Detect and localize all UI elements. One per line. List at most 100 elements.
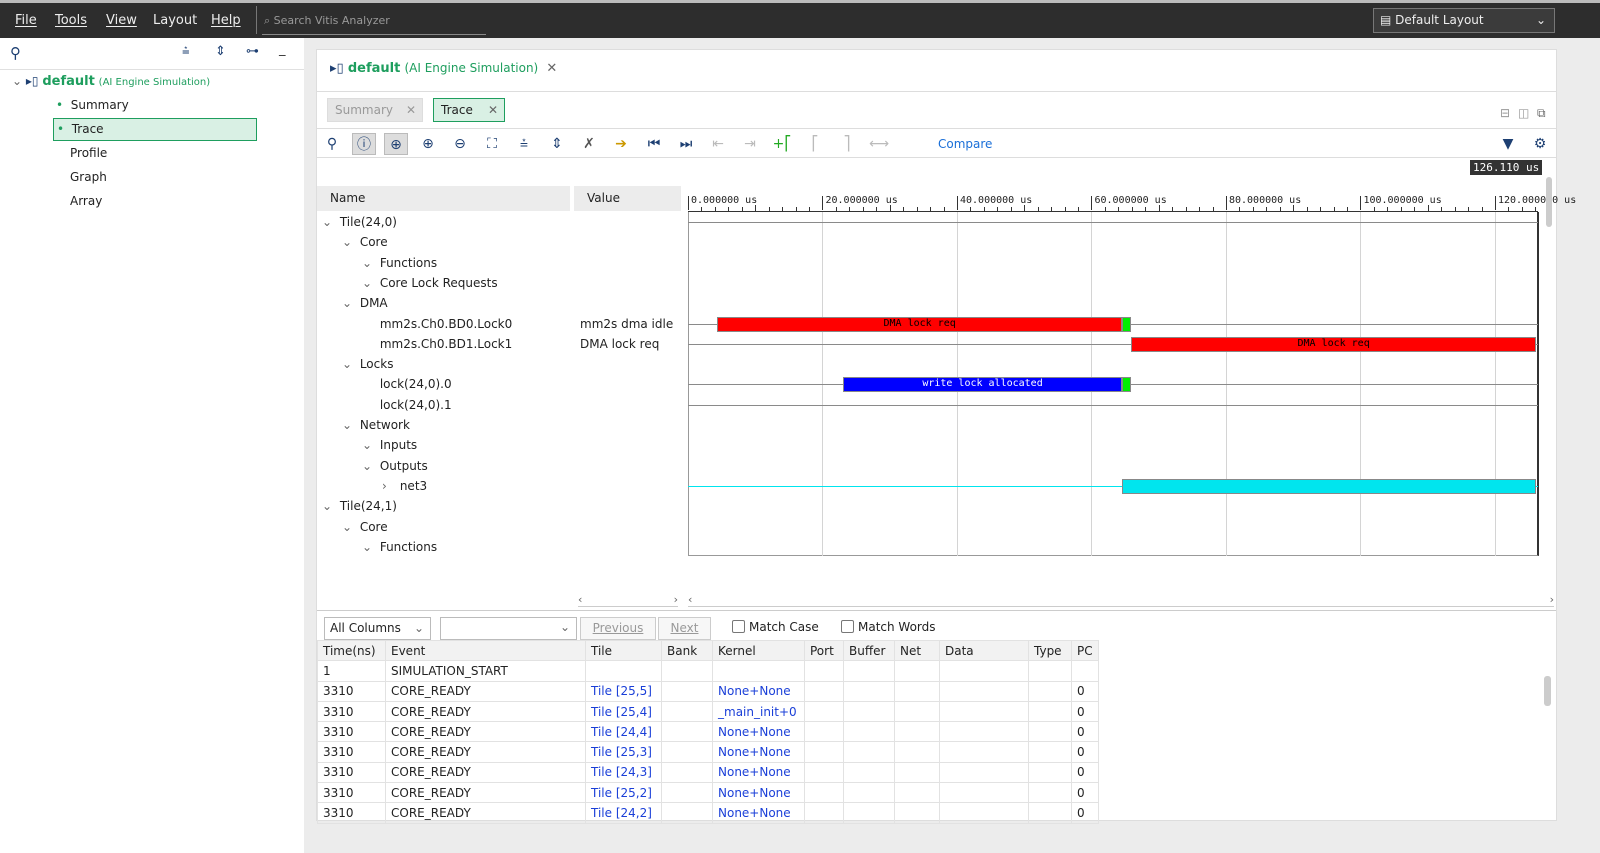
column-header[interactable]: Type bbox=[1028, 639, 1072, 662]
wave-horizontal-scrollbar[interactable]: ‹ › bbox=[688, 593, 1554, 607]
match-case-checkbox[interactable]: Match Case bbox=[732, 620, 819, 634]
chevron-down-icon[interactable]: ⌄ bbox=[342, 354, 356, 374]
column-header[interactable]: Buffer bbox=[843, 639, 895, 662]
table-cell[interactable]: Tile [25,4] bbox=[585, 700, 662, 723]
column-header[interactable]: Time(ns) bbox=[317, 639, 386, 662]
gear-icon[interactable]: ⚙ bbox=[1528, 133, 1552, 155]
zoom-fit-icon[interactable]: ⛶ bbox=[480, 133, 504, 155]
table-row[interactable]: 3310 CORE_READY Tile [25,4] _main_init+0 0 bbox=[317, 700, 1099, 723]
signal-row[interactable]: ⌄ Locks bbox=[342, 354, 393, 374]
table-row[interactable]: 3310 CORE_READY Tile [24,2] None+None 0 bbox=[317, 802, 1099, 824]
value-column-header[interactable]: Value bbox=[574, 186, 681, 211]
split-vertical-icon[interactable]: ◫ bbox=[1518, 106, 1529, 120]
previous-marker-icon[interactable]: ⎡ bbox=[803, 133, 827, 155]
column-header[interactable]: Event bbox=[385, 639, 586, 662]
collapse-all-icon[interactable]: ⩮ bbox=[182, 44, 190, 59]
previous-button[interactable]: Previous bbox=[580, 617, 656, 640]
table-row[interactable]: 3310 CORE_READY Tile [25,2] None+None 0 bbox=[317, 782, 1099, 804]
nav-item-profile[interactable]: Profile bbox=[70, 143, 107, 163]
table-scrollbar[interactable] bbox=[1544, 660, 1554, 820]
column-header[interactable]: PC bbox=[1071, 639, 1099, 662]
column-select[interactable]: All Columns ⌄ bbox=[324, 617, 431, 640]
chevron-down-icon[interactable]: ⌄ bbox=[362, 537, 376, 557]
table-cell[interactable]: None+None bbox=[712, 761, 805, 784]
menu-view[interactable]: View bbox=[106, 13, 137, 28]
table-cell[interactable]: Tile [24,3] bbox=[585, 761, 662, 784]
menu-tools[interactable]: Tools bbox=[55, 13, 87, 28]
vertical-scrollbar[interactable] bbox=[1546, 165, 1554, 585]
column-header[interactable]: Tile bbox=[585, 639, 662, 662]
signal-row[interactable]: ⌄ Functions bbox=[362, 253, 437, 273]
chevron-down-icon[interactable]: ⌄ bbox=[322, 496, 336, 516]
name-column-header[interactable]: Name bbox=[317, 186, 570, 211]
tab-summary[interactable]: Summary ✕ bbox=[327, 98, 423, 122]
previous-transition-icon[interactable]: ⇤ bbox=[706, 133, 730, 155]
close-icon[interactable]: ✕ bbox=[406, 103, 416, 117]
table-cell[interactable]: None+None bbox=[712, 782, 805, 804]
signal-row[interactable]: lock(24,0).0 bbox=[362, 374, 452, 394]
signal-row[interactable]: ⌄ Tile(24,1) bbox=[322, 496, 397, 516]
column-header[interactable]: Data bbox=[939, 639, 1029, 662]
table-cell[interactable]: None+None bbox=[712, 680, 805, 702]
signal-segment[interactable] bbox=[1122, 478, 1537, 494]
table-cell[interactable]: Tile [24,2] bbox=[585, 802, 662, 824]
table-cell[interactable]: _main_init+0 bbox=[712, 700, 805, 723]
search-icon[interactable]: ⚲ bbox=[320, 133, 344, 155]
search-input[interactable]: ⌕ Search Vitis Analyzer bbox=[262, 8, 486, 35]
chevron-down-icon[interactable]: ⌄ bbox=[342, 232, 356, 252]
signal-row[interactable]: ⌄ Tile(24,0) bbox=[322, 212, 397, 232]
signal-row[interactable]: mm2s.Ch0.BD1.Lock1 bbox=[362, 334, 512, 354]
signal-row[interactable]: ⌄ Core bbox=[342, 517, 388, 537]
table-row[interactable]: 3310 CORE_READY Tile [24,3] None+None 0 bbox=[317, 761, 1099, 784]
signal-row[interactable]: lock(24,0).1 bbox=[362, 395, 452, 415]
next-transition-icon[interactable]: ⇥ bbox=[738, 133, 762, 155]
search-text-combobox[interactable]: ⌄ bbox=[440, 617, 577, 640]
chevron-down-icon[interactable]: ⌄ bbox=[362, 435, 376, 455]
signal-segment[interactable]: write lock allocated bbox=[842, 377, 1123, 393]
column-header[interactable]: Kernel bbox=[712, 639, 805, 662]
next-button[interactable]: Next bbox=[658, 617, 711, 640]
popout-icon[interactable]: ⧉ bbox=[1537, 106, 1546, 121]
table-row[interactable]: 3310 CORE_READY Tile [25,3] None+None 0 bbox=[317, 741, 1099, 763]
close-icon[interactable]: ✕ bbox=[488, 103, 498, 117]
signal-row[interactable]: ⌄ Core Lock Requests bbox=[362, 273, 498, 293]
goto-cursor-icon[interactable]: ➔ bbox=[609, 133, 633, 155]
nav-item-array[interactable]: Array bbox=[70, 191, 102, 211]
chevron-down-icon[interactable]: ⌄ bbox=[342, 293, 356, 313]
chevron-down-icon[interactable]: ⌄ bbox=[342, 415, 356, 435]
value-horizontal-scrollbar[interactable]: ‹ › bbox=[578, 593, 678, 607]
table-cell[interactable]: Tile [25,3] bbox=[585, 741, 662, 763]
tree-root[interactable]: ⌄ ▸▯ default (AI Engine Simulation) bbox=[12, 71, 210, 91]
minimize-icon[interactable]: _ bbox=[279, 42, 286, 57]
chevron-down-icon[interactable]: ⌄ bbox=[342, 517, 356, 537]
signal-segment[interactable] bbox=[1122, 316, 1132, 332]
table-cell[interactable]: None+None bbox=[712, 721, 805, 743]
signal-row[interactable]: ⌄ Functions bbox=[362, 537, 437, 557]
signal-segment[interactable]: DMA lock req bbox=[1131, 336, 1537, 352]
zoom-in-icon[interactable]: ⊕ bbox=[416, 133, 440, 155]
collapse-all-icon[interactable]: ⩮ bbox=[512, 133, 536, 155]
chevron-down-icon[interactable]: ⌄ bbox=[362, 456, 376, 476]
chevron-down-icon[interactable]: ⌄ bbox=[362, 253, 376, 273]
chevron-right-icon[interactable]: › bbox=[382, 476, 396, 496]
column-header[interactable]: Port bbox=[804, 639, 844, 662]
compare-button[interactable]: Compare bbox=[938, 137, 992, 151]
expand-all-icon[interactable]: ⇕ bbox=[545, 133, 569, 155]
layout-select[interactable]: ▤ Default Layout ⌄ bbox=[1373, 8, 1555, 33]
zoom-out-icon[interactable]: ⊖ bbox=[448, 133, 472, 155]
hierarchy-icon[interactable]: ⊶ bbox=[246, 44, 259, 59]
table-cell[interactable]: Tile [24,4] bbox=[585, 721, 662, 743]
split-horizontal-icon[interactable]: ⊟ bbox=[1500, 106, 1510, 120]
add-marker-icon[interactable]: +⎡ bbox=[770, 133, 794, 155]
chevron-down-icon[interactable]: ⌄ bbox=[362, 273, 376, 293]
table-row[interactable]: 3310 CORE_READY Tile [24,4] None+None 0 bbox=[317, 721, 1099, 743]
nav-item-trace[interactable]: • Trace bbox=[53, 118, 257, 141]
expand-all-icon[interactable]: ⇕ bbox=[215, 44, 226, 59]
signal-row[interactable]: › net3 bbox=[382, 476, 427, 496]
match-words-checkbox[interactable]: Match Words bbox=[841, 620, 936, 634]
signal-row[interactable]: ⌄ Inputs bbox=[362, 435, 417, 455]
table-cell[interactable]: Tile [25,5] bbox=[585, 680, 662, 702]
chevron-down-icon[interactable]: ⌄ bbox=[322, 212, 336, 232]
search-icon[interactable]: ⚲ bbox=[10, 44, 21, 62]
close-icon[interactable]: ✕ bbox=[546, 61, 557, 76]
